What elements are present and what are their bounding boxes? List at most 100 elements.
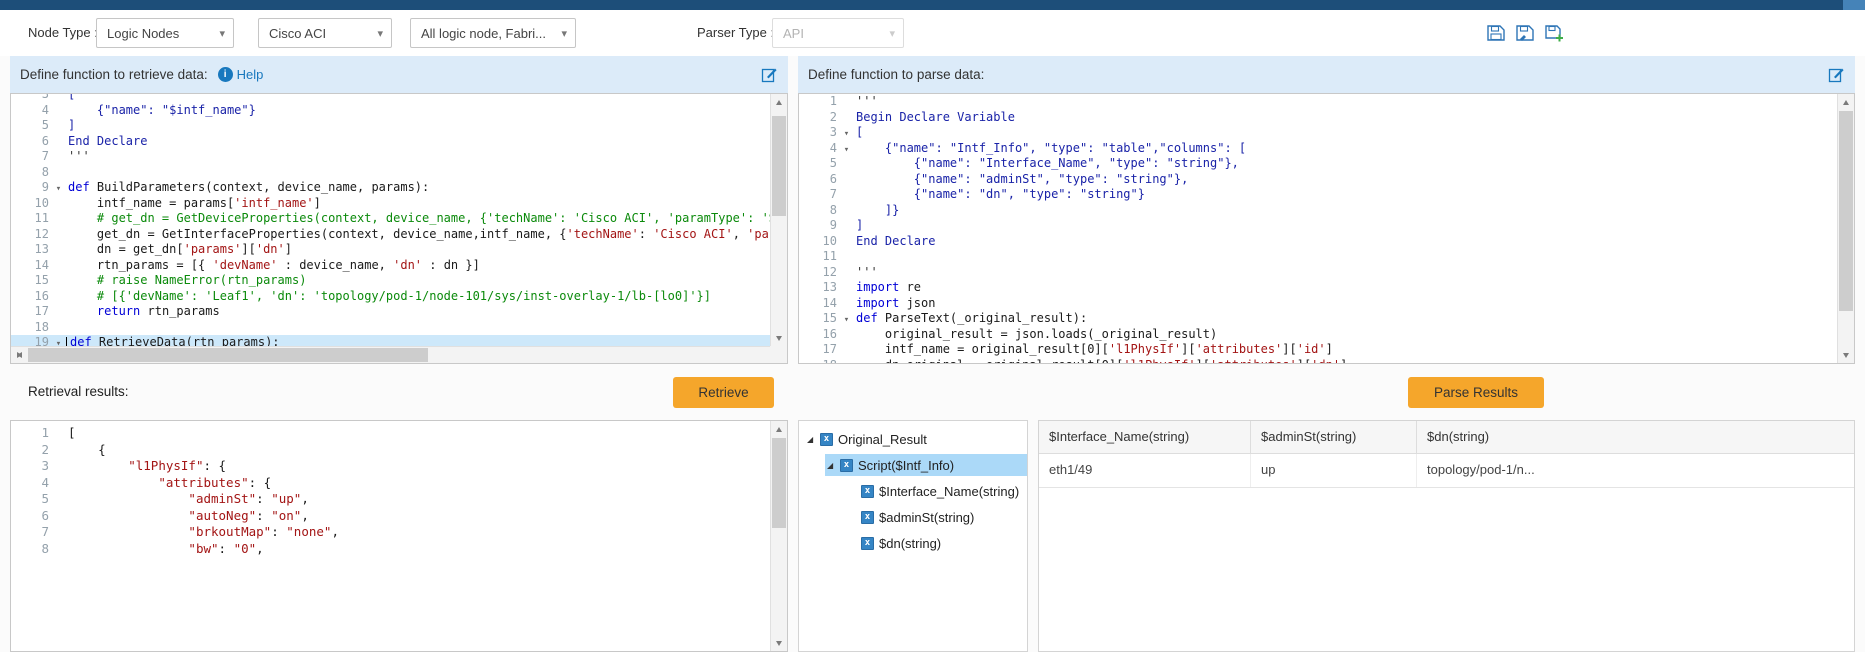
code-text: rtn_params = [{ 'devName' : device_name,… <box>66 258 480 272</box>
code-line[interactable]: 3[ <box>11 94 770 103</box>
code-line[interactable]: 9] <box>799 218 1837 234</box>
node-type-value: Logic Nodes <box>107 26 213 41</box>
code-line[interactable]: 7 "brkoutMap": "none", <box>11 524 770 541</box>
code-line[interactable]: 12 get_dn = GetInterfaceProperties(conte… <box>11 227 770 243</box>
table-row[interactable]: eth1/49uptopology/pod-1/n... <box>1039 454 1854 488</box>
scope-select[interactable]: All logic node, Fabri... ▾ <box>410 18 576 48</box>
node-type-select[interactable]: Logic Nodes ▾ <box>96 18 234 48</box>
chevron-down-icon: ▾ <box>377 27 383 40</box>
code-line[interactable]: 4▾ {"name": "Intf_Info", "type": "table"… <box>799 141 1837 157</box>
scrollbar-thumb[interactable] <box>1839 111 1853 311</box>
vertical-scrollbar[interactable] <box>1837 94 1854 363</box>
code-line[interactable]: 8 "bw": "0", <box>11 541 770 558</box>
code-line[interactable]: 14 rtn_params = [{ 'devName' : device_na… <box>11 258 770 274</box>
retrieve-button[interactable]: Retrieve <box>673 377 774 408</box>
code-line[interactable]: 13 dn = get_dn['params']['dn'] <box>11 242 770 258</box>
code-line[interactable]: 2Begin Declare Variable <box>799 110 1837 126</box>
code-line[interactable]: 8 ]} <box>799 203 1837 219</box>
code-line[interactable]: 13import re <box>799 280 1837 296</box>
tree-item[interactable]: x$Interface_Name(string) <box>799 478 1027 504</box>
code-text: Begin Declare Variable <box>854 110 1015 124</box>
table-header-cell[interactable]: $adminSt(string) <box>1251 421 1417 453</box>
expand-retrieve-editor-icon[interactable] <box>761 66 778 83</box>
code-line[interactable]: 14import json <box>799 296 1837 312</box>
code-line[interactable]: 8 <box>11 165 770 181</box>
tree-expand-icon[interactable]: ◢ <box>827 461 840 470</box>
code-line[interactable]: 3▾[ <box>799 125 1837 141</box>
scroll-up-button[interactable] <box>771 421 787 437</box>
code-line[interactable]: 16 # [{'devName': 'Leaf1', 'dn': 'topolo… <box>11 289 770 305</box>
code-line[interactable]: 16 original_result = json.loads(_origina… <box>799 327 1837 343</box>
code-text: dn = get_dn['params']['dn'] <box>66 242 292 256</box>
code-line[interactable]: 17 intf_name = original_result[0]['l1Phy… <box>799 342 1837 358</box>
code-line[interactable]: 1[ <box>11 425 770 442</box>
code-line[interactable]: 12''' <box>799 265 1837 281</box>
code-line[interactable]: 9▾def BuildParameters(context, device_na… <box>11 180 770 196</box>
save-as-icon[interactable] <box>1515 24 1535 42</box>
help-link[interactable]: i Help <box>218 67 264 82</box>
code-line[interactable]: 19▾def RetrieveData(rtn_params): <box>11 335 770 346</box>
vertical-scrollbar[interactable] <box>770 94 787 346</box>
horizontal-scrollbar[interactable] <box>11 346 770 363</box>
tree-item[interactable]: ◢xOriginal_Result <box>799 426 1027 452</box>
parse-results-button[interactable]: Parse Results <box>1408 377 1544 408</box>
code-line[interactable]: 6 {"name": "adminSt", "type": "string"}, <box>799 172 1837 188</box>
code-text: "l1PhysIf": { <box>66 458 226 473</box>
scrollbar-thumb[interactable] <box>772 438 786 528</box>
table-header-cell[interactable]: $dn(string) <box>1417 421 1854 453</box>
code-line[interactable]: 6End Declare <box>11 134 770 150</box>
device-type-select[interactable]: Cisco ACI ▾ <box>258 18 392 48</box>
code-line[interactable]: 18 dn_original = original_result[0]['l1P… <box>799 358 1837 364</box>
parser-type-select[interactable]: API ▾ <box>772 18 904 48</box>
scroll-down-button[interactable] <box>771 635 787 651</box>
scroll-up-button[interactable] <box>771 94 787 110</box>
vertical-scrollbar[interactable] <box>770 421 787 651</box>
fold-arrow-icon[interactable]: ▾ <box>839 315 854 325</box>
code-line[interactable]: 10End Declare <box>799 234 1837 250</box>
table-header-cell[interactable]: $Interface_Name(string) <box>1039 421 1251 453</box>
fold-arrow-icon[interactable]: ▾ <box>839 129 854 139</box>
tree-item[interactable]: ◢xScript($Intf_Info) <box>799 452 1027 478</box>
save-new-icon[interactable] <box>1544 24 1564 42</box>
tree-expand-icon[interactable]: ◢ <box>807 435 820 444</box>
tree-item[interactable]: x$dn(string) <box>799 530 1027 556</box>
code-text: End Declare <box>66 134 147 148</box>
code-line[interactable]: 7''' <box>11 149 770 165</box>
code-line[interactable]: 11 <box>799 249 1837 265</box>
line-number: 8 <box>11 541 51 558</box>
line-number: 7 <box>11 149 51 163</box>
retrieve-code-editor[interactable]: 3[4 {"name": "$intf_name"}5]6End Declare… <box>10 93 788 364</box>
code-line[interactable]: 5] <box>11 118 770 134</box>
code-line[interactable]: 17 return rtn_params <box>11 304 770 320</box>
retrieval-results-editor[interactable]: 1[2 {3 "l1PhysIf": {4 "attributes": {5 "… <box>10 420 788 652</box>
code-line[interactable]: 1''' <box>799 94 1837 110</box>
scroll-down-button[interactable] <box>1838 347 1854 363</box>
code-line[interactable]: 4 "attributes": { <box>11 475 770 492</box>
code-line[interactable]: 15 # raise NameError(rtn_params) <box>11 273 770 289</box>
parse-code-editor[interactable]: 1'''2Begin Declare Variable3▾[4▾ {"name"… <box>798 93 1855 364</box>
code-line[interactable]: 4 {"name": "$intf_name"} <box>11 103 770 119</box>
code-line[interactable]: 15▾def ParseText(_original_result): <box>799 311 1837 327</box>
tree-item[interactable]: x$adminSt(string) <box>799 504 1027 530</box>
scroll-up-button[interactable] <box>1838 94 1854 110</box>
scroll-right-button[interactable] <box>11 347 27 363</box>
code-line[interactable]: 6 "autoNeg": "on", <box>11 508 770 525</box>
save-icon[interactable] <box>1486 24 1506 42</box>
code-line[interactable]: 11 # get_dn = GetDeviceProperties(contex… <box>11 211 770 227</box>
code-line[interactable]: 7 {"name": "dn", "type": "string"} <box>799 187 1837 203</box>
code-line[interactable]: 2 { <box>11 442 770 459</box>
fold-arrow-icon[interactable]: ▾ <box>839 145 854 155</box>
scrollbar-thumb[interactable] <box>28 348 428 362</box>
fold-arrow-icon[interactable]: ▾ <box>51 184 66 194</box>
code-line[interactable]: 18 <box>11 320 770 336</box>
code-line[interactable]: 10 intf_name = params['intf_name'] <box>11 196 770 212</box>
code-line[interactable]: 5 {"name": "Interface_Name", "type": "st… <box>799 156 1837 172</box>
scrollbar-thumb[interactable] <box>772 116 786 216</box>
scroll-down-button[interactable] <box>771 330 787 346</box>
table-cell: topology/pod-1/n... <box>1417 454 1854 487</box>
expand-parse-editor-icon[interactable] <box>1828 66 1845 83</box>
code-line[interactable]: 5 "adminSt": "up", <box>11 491 770 508</box>
code-line[interactable]: 3 "l1PhysIf": { <box>11 458 770 475</box>
line-number: 12 <box>799 265 839 279</box>
fold-arrow-icon[interactable]: ▾ <box>51 339 66 346</box>
